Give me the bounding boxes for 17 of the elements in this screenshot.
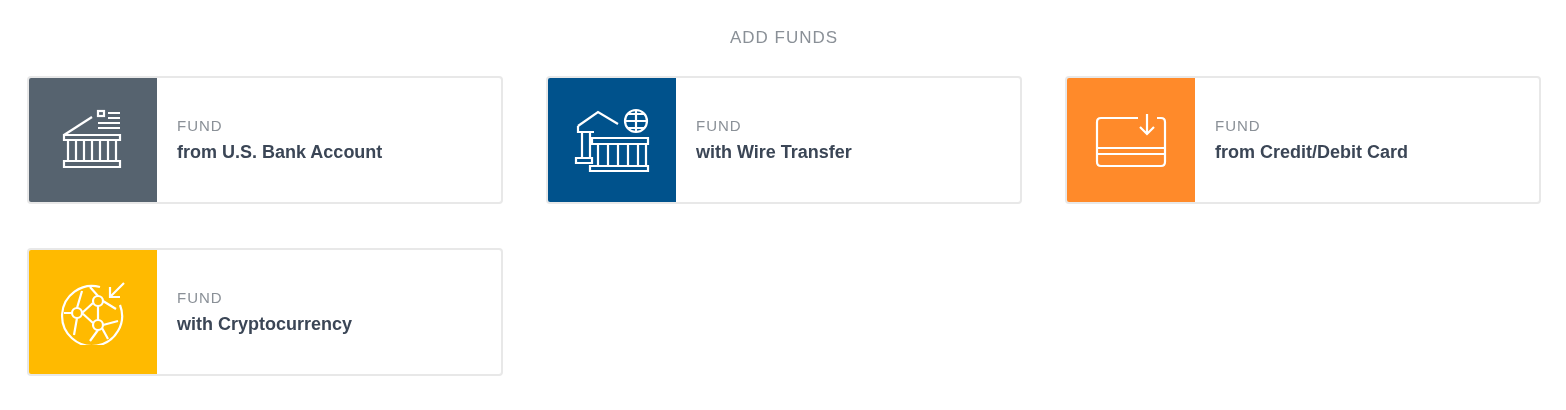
fund-option-card[interactable]: FUND from Credit/Debit Card (1065, 76, 1541, 204)
option-title: with Wire Transfer (696, 142, 852, 163)
option-title: from U.S. Bank Account (177, 142, 383, 163)
option-label: FUND (696, 117, 742, 134)
card-download-icon (1095, 112, 1167, 168)
bank-globe-icon (574, 108, 650, 172)
fund-option-card[interactable]: FUND from U.S. Bank Account (27, 76, 503, 204)
option-title: from Credit/Debit Card (1215, 142, 1409, 163)
option-label: FUND (1215, 117, 1261, 134)
option-title: with Cryptocurrency (177, 314, 353, 335)
fund-option-card[interactable]: FUND with Wire Transfer (546, 76, 1022, 204)
bank-icon (62, 109, 124, 171)
fund-option-card[interactable]: FUND with Cryptocurrency (27, 248, 503, 376)
option-label: FUND (177, 289, 223, 306)
crypto-network-icon (60, 279, 126, 345)
page-title: ADD FUNDS (728, 27, 840, 49)
option-label: FUND (177, 117, 223, 134)
